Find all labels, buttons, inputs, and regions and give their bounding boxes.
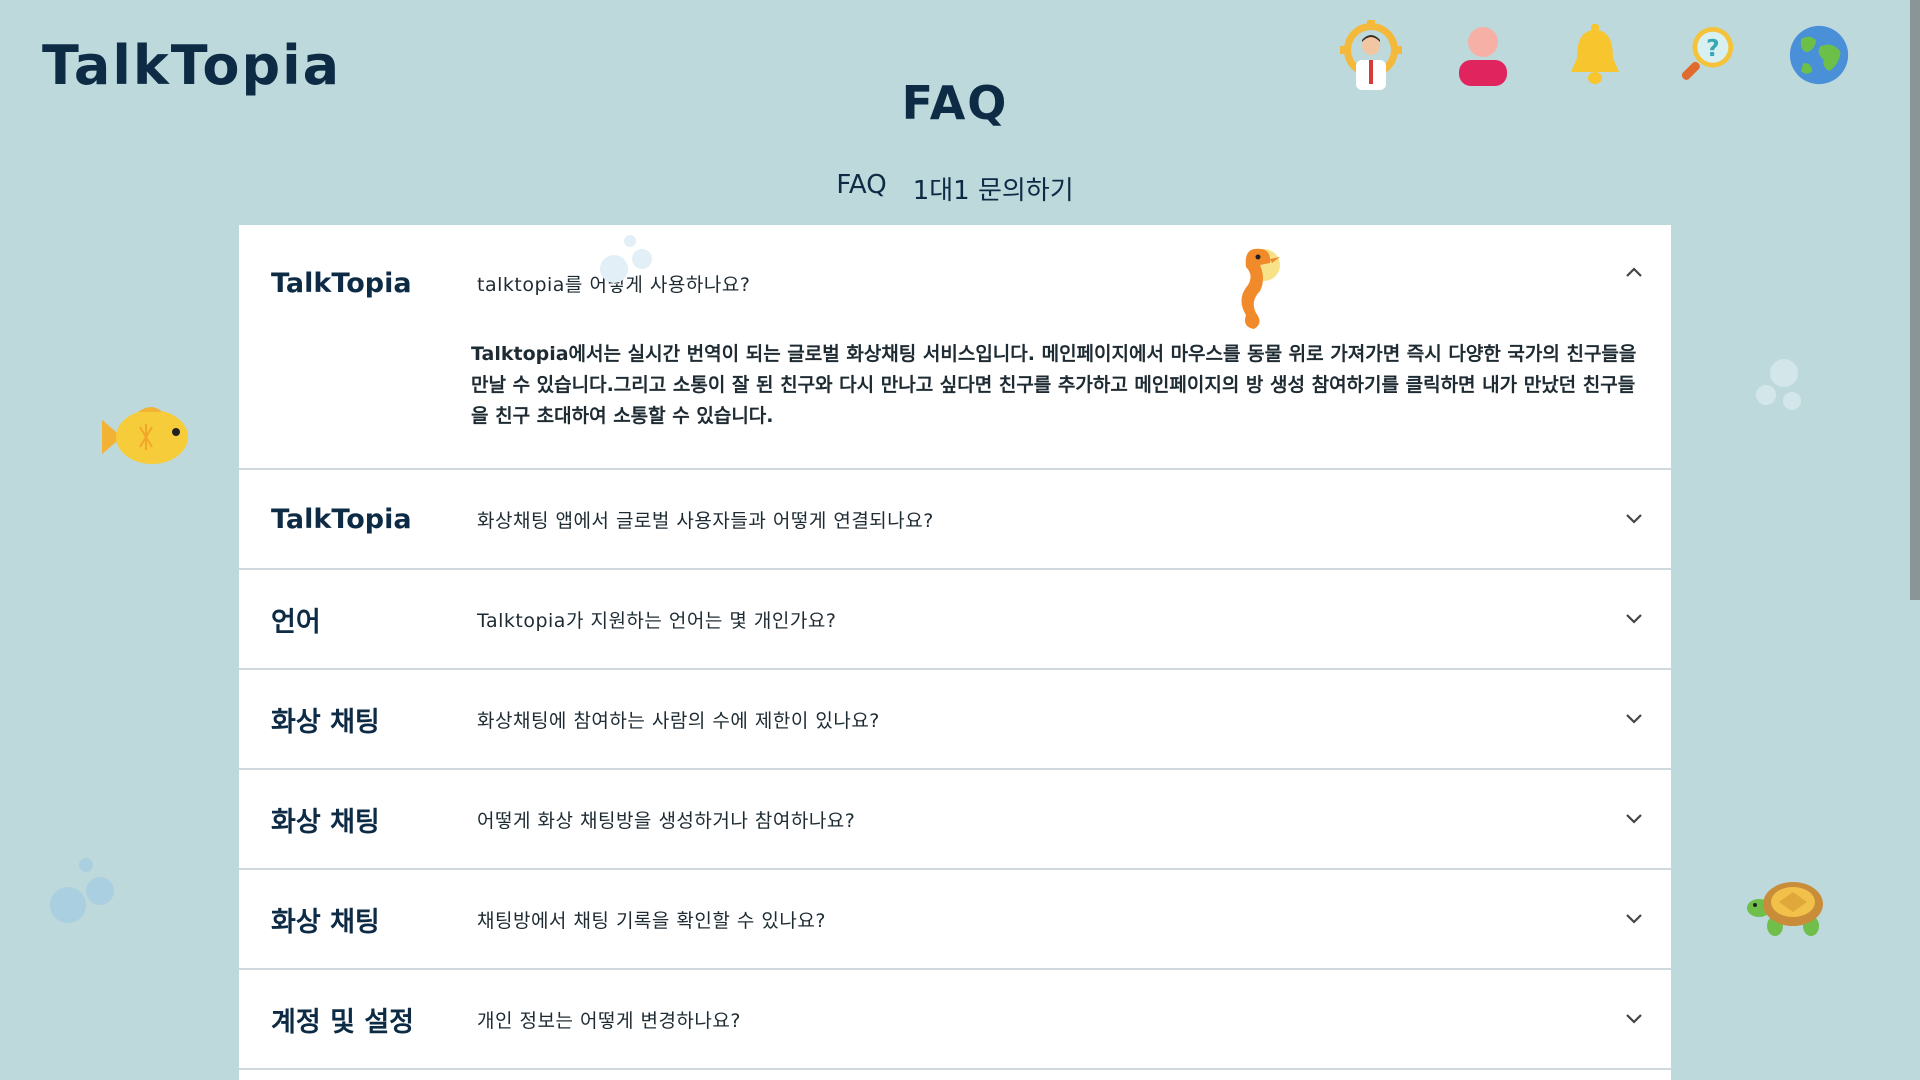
svg-text:?: ? [1706,35,1720,62]
faq-category: 화상 채팅 [271,906,380,938]
faq-item: 화상 채팅 화상채팅에 참여하는 사람의 수에 제한이 있나요? [239,670,1671,770]
faq-category: 언어 [271,606,321,638]
faq-question-row[interactable]: 화상 채팅 채팅방에서 채팅 기록을 확인할 수 있나요? [239,870,1671,968]
bubbles-decoration [594,233,658,289]
faq-question: Talktopia가 지원하는 언어는 몇 개인가요? [477,609,837,632]
bubbles-decoration [46,855,122,931]
help-search-icon[interactable]: ? [1676,20,1738,90]
faq-item: 화상 채팅 어떻게 화상 채팅방을 생성하거나 참여하나요? [239,770,1671,870]
chevron-down-icon[interactable] [1623,707,1645,729]
profile-settings-icon[interactable] [1340,20,1402,90]
bell-icon[interactable] [1564,20,1626,90]
turtle-decoration [1745,872,1837,946]
faq-question-row[interactable]: 화상 채팅 어떻게 화상 채팅방을 생성하거나 참여하나요? [239,770,1671,868]
header-icon-bar: ? [1340,20,1850,90]
chevron-down-icon[interactable] [1623,1007,1645,1029]
tab-faq[interactable]: FAQ [836,170,886,207]
faq-question-row[interactable]: TalkTopia 화상채팅 앱에서 글로벌 사용자들과 어떻게 연결되나요? [239,470,1671,568]
faq-item: TalkTopia talktopia를 어떻게 사용하나요? Talktopi… [239,225,1671,470]
bubbles-decoration [1748,355,1810,421]
faq-answer: Talktopia에서는 실시간 번역이 되는 글로벌 화상채팅 서비스입니다.… [471,343,1637,427]
faq-question-row[interactable]: TalkTopia talktopia를 어떻게 사용하나요? [239,225,1671,341]
faq-item: 화상 채팅 채팅방에서 채팅 기록을 확인할 수 있나요? [239,870,1671,970]
faq-question: 개인 정보는 어떻게 변경하나요? [477,1009,741,1032]
faq-item: 계정 및 설정 개인 정보는 어떻게 변경하나요? [239,970,1671,1070]
faq-question: 채팅방에서 채팅 기록을 확인할 수 있나요? [477,909,826,932]
faq-question: 화상채팅에 참여하는 사람의 수에 제한이 있나요? [477,709,880,732]
scrollbar-thumb[interactable] [1910,0,1920,600]
tab-one-on-one-inquiry[interactable]: 1대1 문의하기 [913,170,1074,207]
fish-decoration [100,402,192,476]
chevron-up-icon[interactable] [1623,262,1645,284]
faq-page: TalkTopia FAQ ? FAQ 1대1 문의하기 TalkTopia t… [0,0,1920,1080]
globe-icon[interactable] [1788,20,1850,90]
faq-question-row[interactable]: 언어 Talktopia가 지원하는 언어는 몇 개인가요? [239,570,1671,668]
faq-item: TalkTopia 화상채팅 앱에서 글로벌 사용자들과 어떻게 연결되나요? [239,470,1671,570]
faq-question-row[interactable]: 화상 채팅 화상채팅에 참여하는 사람의 수에 제한이 있나요? [239,670,1671,768]
faq-category: 화상 채팅 [271,706,380,738]
chevron-down-icon[interactable] [1623,907,1645,929]
chevron-down-icon[interactable] [1623,807,1645,829]
faq-question: 어떻게 화상 채팅방을 생성하거나 참여하나요? [477,809,856,832]
faq-list: TalkTopia talktopia를 어떻게 사용하나요? Talktopi… [239,225,1671,1080]
seahorse-decoration [1224,243,1284,337]
faq-tabs: FAQ 1대1 문의하기 [0,170,1910,207]
faq-item: 언어 Talktopia가 지원하는 언어는 몇 개인가요? [239,570,1671,670]
faq-category: 계정 및 설정 [271,1006,414,1038]
faq-question: 화상채팅 앱에서 글로벌 사용자들과 어떻게 연결되나요? [477,509,934,532]
faq-category: TalkTopia [271,503,412,535]
chevron-down-icon[interactable] [1623,507,1645,529]
faq-question-row[interactable]: 계정 및 설정 개인 정보는 어떻게 변경하나요? [239,970,1671,1068]
chevron-down-icon[interactable] [1623,607,1645,629]
page-scrollbar[interactable] [1910,0,1920,1080]
faq-category: 화상 채팅 [271,806,380,838]
faq-category: TalkTopia [271,267,412,299]
user-icon[interactable] [1452,20,1514,90]
